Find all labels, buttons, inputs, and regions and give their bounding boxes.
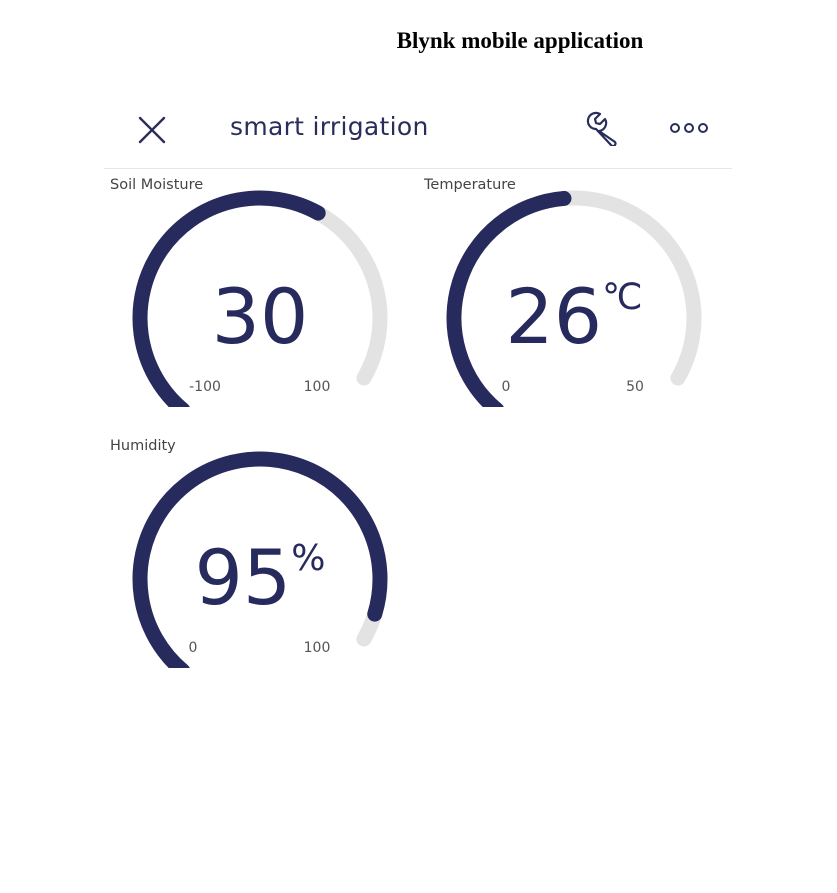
- more-options-icon[interactable]: [669, 118, 709, 138]
- gauge-value: 30: [212, 272, 309, 361]
- gauge-value: 26℃: [505, 272, 642, 361]
- gauge-min: -100: [189, 379, 221, 395]
- gauge-widget-temperature[interactable]: Temperature 26℃ 0 50: [424, 177, 724, 417]
- gauge-graphic: 26℃ 0 50: [446, 190, 702, 407]
- gauge-graphic: 95% 0 100: [132, 451, 388, 668]
- gauge-graphic: 30 -100 100: [132, 190, 388, 407]
- gauge-unit: %: [291, 538, 325, 579]
- gauge-min: 0: [189, 640, 198, 656]
- gauge-widget-soil-moisture[interactable]: Soil Moisture 30 -100 100: [110, 177, 410, 417]
- gauge-max: 50: [626, 379, 644, 395]
- gauge-max: 100: [304, 640, 331, 656]
- gauge-widget-humidity[interactable]: Humidity 95% 0 100: [110, 438, 410, 678]
- figure-caption: Blynk mobile application: [396, 28, 644, 53]
- close-icon[interactable]: [136, 114, 168, 146]
- gauge-value: 95%: [195, 533, 326, 622]
- app-header: smart irrigation: [104, 98, 732, 169]
- gauge-unit: ℃: [602, 277, 642, 318]
- wrench-icon[interactable]: [584, 110, 624, 146]
- gauge-max: 100: [304, 379, 331, 395]
- gauge-min: 0: [502, 379, 511, 395]
- project-title: smart irrigation: [230, 112, 429, 141]
